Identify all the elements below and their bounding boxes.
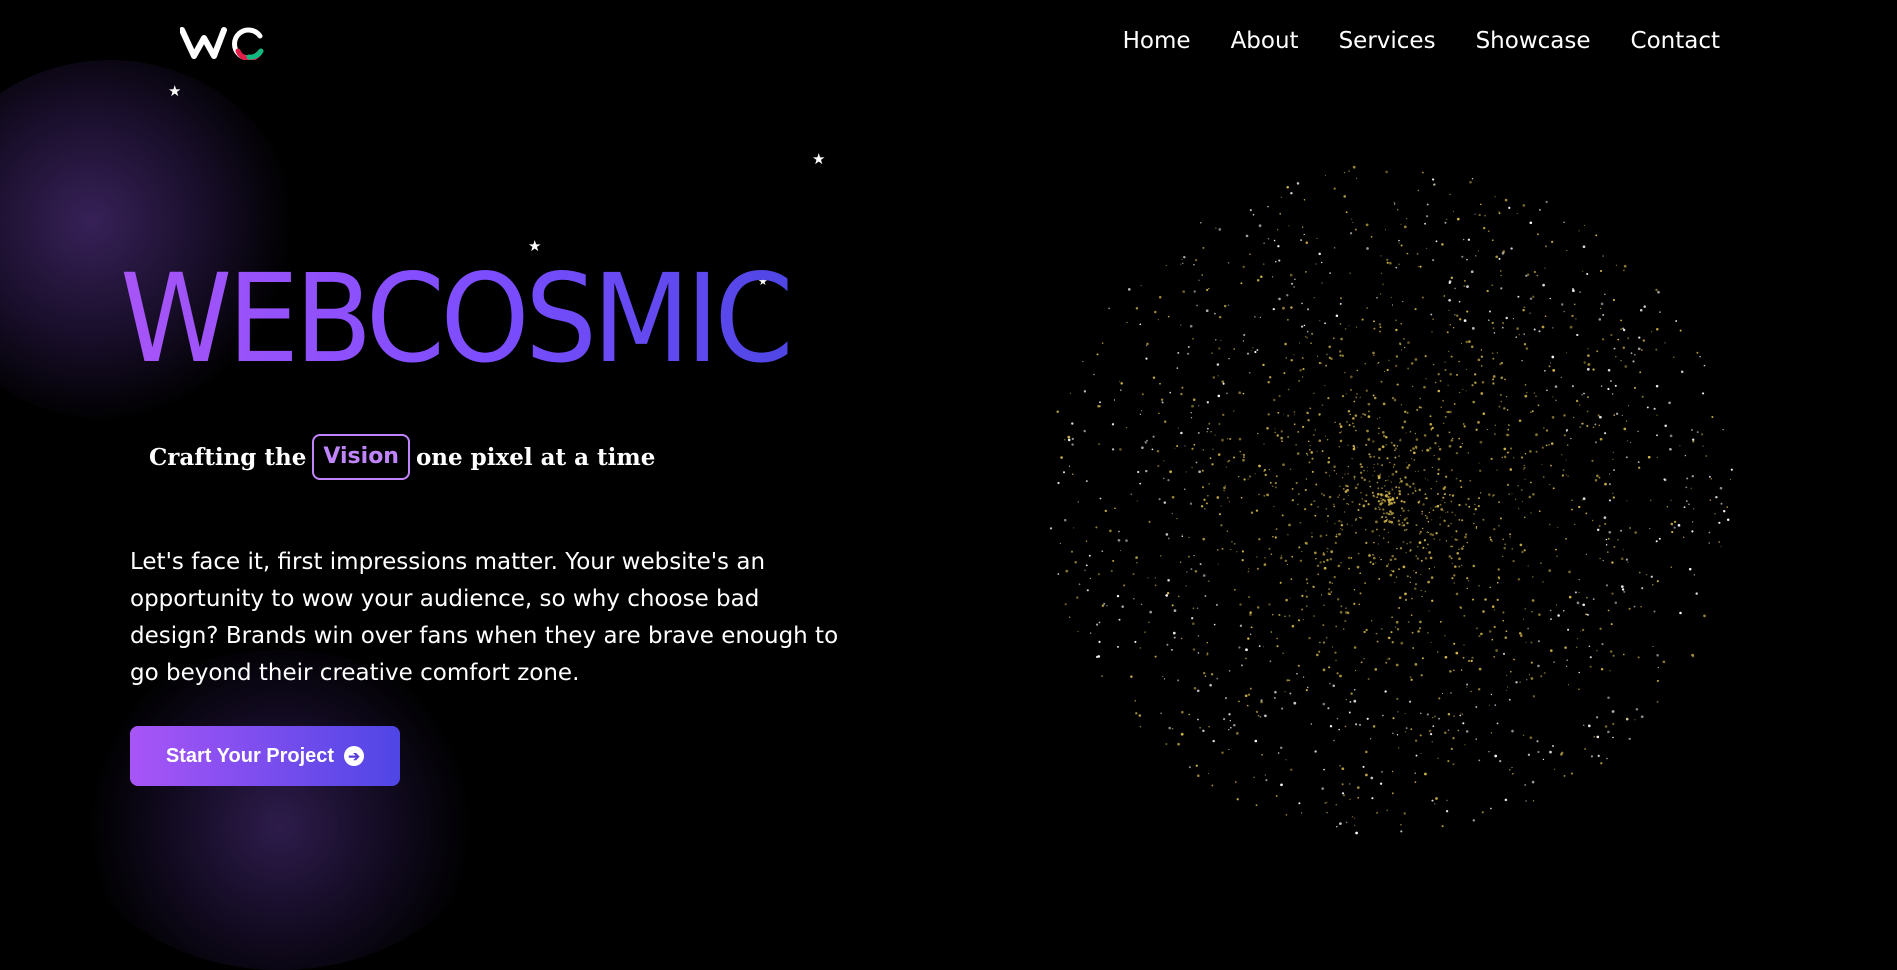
nav-contact-link[interactable]: Contact (1631, 28, 1720, 54)
tagline-start: Crafting the (149, 443, 307, 471)
logo[interactable] (180, 26, 266, 60)
particle-sphere (1049, 165, 1733, 835)
nav-showcase-link[interactable]: Showcase (1476, 28, 1591, 54)
site-header: Home About Services Showcase Contact (0, 0, 1897, 90)
tagline-highlight-badge: Vision (312, 434, 410, 480)
purple-glow-bottom (70, 650, 490, 970)
hero-description: Let's face it, first impressions matter.… (130, 549, 839, 686)
nav-services-link[interactable]: Services (1339, 28, 1436, 54)
arrow-circle-right-icon: ➔ (344, 746, 365, 766)
star-icon: ★ (812, 150, 826, 168)
hero-title: WEBCOSMIC (120, 248, 794, 390)
cta-label: Start Your Project (165, 744, 335, 767)
tagline-end: one pixel at a time (415, 443, 656, 471)
star-icon: ★ (168, 82, 182, 100)
nav-home-link[interactable]: Home (1123, 28, 1191, 54)
main-nav: Home About Services Showcase Contact (1123, 28, 1720, 54)
start-project-button[interactable]: Start Your Project ➔ (130, 726, 400, 786)
nav-about-link[interactable]: About (1231, 28, 1299, 54)
hero-tagline: Crafting the Vision one pixel at a time (149, 434, 655, 480)
